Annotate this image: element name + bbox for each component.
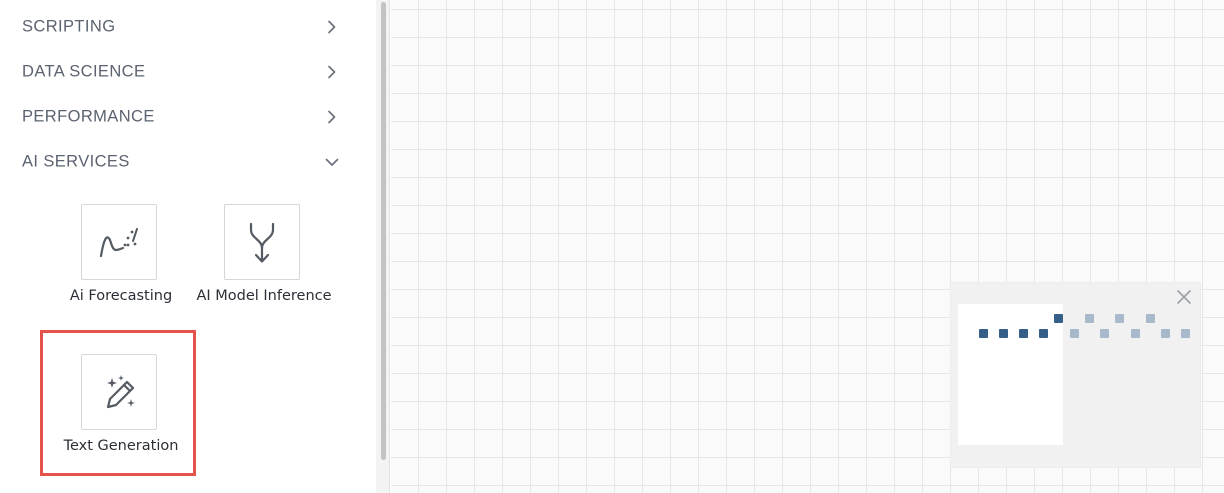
minimap-node [1019, 329, 1028, 338]
close-icon[interactable] [1175, 288, 1193, 306]
minimap-node [1070, 329, 1079, 338]
chevron-right-icon [328, 65, 336, 78]
category-label: AI SERVICES [22, 152, 130, 170]
chevron-right-icon [328, 20, 336, 33]
tile-icon-box [81, 354, 157, 430]
minimap[interactable] [951, 283, 1200, 467]
app-root: SCRIPTING DATA SCIENCE PERFORMANCE AI SE… [0, 0, 1224, 493]
category-performance[interactable]: PERFORMANCE [0, 94, 360, 139]
sidebar-scrollbar[interactable] [376, 0, 390, 493]
tile-label: Text Generation [63, 438, 179, 454]
minimap-viewport[interactable] [958, 304, 1063, 445]
category-label: PERFORMANCE [22, 107, 155, 125]
chevron-down-icon [325, 158, 339, 166]
minimap-node [1100, 329, 1109, 338]
chevron-right-icon [328, 110, 336, 123]
category-data-science[interactable]: DATA SCIENCE [0, 49, 360, 94]
category-label: SCRIPTING [22, 17, 116, 35]
category-ai-services[interactable]: AI SERVICES [0, 139, 360, 184]
category-label: DATA SCIENCE [22, 62, 146, 80]
component-palette-sidebar: SCRIPTING DATA SCIENCE PERFORMANCE AI SE… [0, 0, 376, 493]
minimap-node [1131, 329, 1140, 338]
tile-label: AI Model Inference [196, 288, 332, 304]
tile-label: Ai Forecasting [69, 288, 173, 304]
minimap-node [1039, 329, 1048, 338]
tile-icon-box [81, 204, 157, 280]
minimap-node [1181, 329, 1190, 338]
tile-icon-box [224, 204, 300, 280]
forecast-chart-icon [99, 228, 138, 258]
minimap-node [1146, 314, 1155, 323]
minimap-node [1085, 314, 1094, 323]
minimap-node [999, 329, 1008, 338]
magic-pencil-icon [106, 375, 135, 409]
minimap-node [979, 329, 988, 338]
category-scripting[interactable]: SCRIPTING [0, 4, 360, 49]
scrollbar-thumb[interactable] [381, 2, 386, 460]
minimap-node [1115, 314, 1124, 323]
merge-arrow-icon [249, 222, 275, 263]
minimap-node [1161, 329, 1170, 338]
minimap-node [1054, 314, 1063, 323]
